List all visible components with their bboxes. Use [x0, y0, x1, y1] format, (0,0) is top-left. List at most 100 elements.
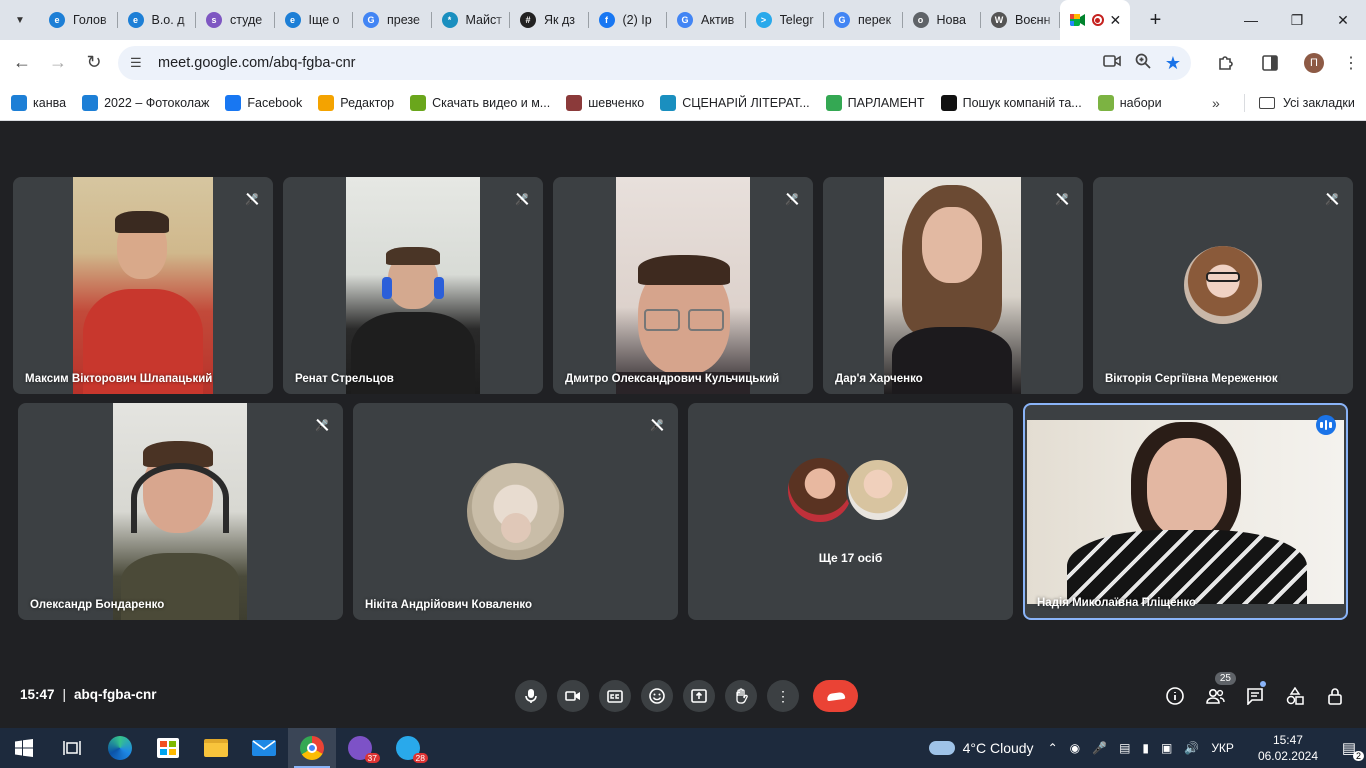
bookmark-item[interactable]: Скачать видео и м...	[410, 94, 550, 111]
browser-tab[interactable]: e Голов	[39, 0, 118, 40]
browser-tab[interactable]: o Нова	[903, 0, 982, 40]
clock[interactable]: 15:47 06.02.2024	[1258, 732, 1318, 764]
new-tab-button[interactable]: +	[1142, 6, 1170, 34]
file-explorer-icon[interactable]	[192, 728, 240, 768]
raise-hand-button[interactable]	[725, 680, 757, 712]
meeting-info-button[interactable]	[1162, 680, 1188, 712]
browser-tab[interactable]: W Воєнн	[981, 0, 1060, 40]
tab-title: Воєнн	[1015, 13, 1051, 27]
participant-tile[interactable]: 🎤 Дар'я Харченко	[823, 177, 1083, 394]
show-hidden-icons-chevron-icon[interactable]: ⌃	[1048, 741, 1058, 755]
camera-in-use-icon[interactable]	[1103, 54, 1121, 72]
tab-search-chevron-icon[interactable]: ▼	[9, 9, 31, 31]
monitor-tray-icon[interactable]: ▤	[1119, 741, 1130, 755]
people-button[interactable]: 25	[1202, 672, 1236, 712]
activities-button[interactable]	[1282, 680, 1308, 712]
tab-google-meet-active[interactable]: ✕	[1059, 0, 1130, 40]
participant-tile[interactable]: 🎤 Вікторія Сергіївна Мереженюк	[1093, 177, 1353, 394]
browser-tab[interactable]: G Актив	[667, 0, 746, 40]
browser-tab[interactable]: s студе	[196, 0, 275, 40]
bookmark-label: набори	[1119, 95, 1162, 110]
browser-tab[interactable]: e Іще о	[275, 0, 354, 40]
close-tab-icon[interactable]: ✕	[1110, 12, 1122, 29]
bookmark-favicon-icon	[225, 94, 242, 111]
microphone-tray-icon[interactable]: 🎤	[1092, 741, 1107, 755]
address-url[interactable]: meet.google.com/abq-fgba-cnr	[158, 55, 355, 71]
forward-button[interactable]: →	[40, 45, 76, 81]
all-bookmarks-button[interactable]: Усі закладки	[1259, 96, 1355, 110]
edge-icon[interactable]	[96, 728, 144, 768]
more-bookmarks-chevron-icon[interactable]: »	[1212, 95, 1220, 111]
participant-name: Максим Вікторович Шлапацький	[25, 373, 213, 385]
volume-icon[interactable]: 🔊	[1184, 741, 1199, 755]
mail-icon[interactable]	[240, 728, 288, 768]
start-button[interactable]	[0, 728, 48, 768]
bookmark-star-icon[interactable]: ★	[1165, 53, 1181, 74]
muted-mic-icon: 🎤	[314, 417, 330, 433]
telegram-icon[interactable]: 28	[384, 728, 432, 768]
restore-button[interactable]: ❐	[1274, 0, 1320, 40]
extensions-icon[interactable]	[1204, 54, 1248, 72]
participant-tile[interactable]: 🎤 Дмитро Олександрович Кульчицький	[553, 177, 813, 394]
clock-date: 06.02.2024	[1257, 749, 1318, 763]
side-panel-icon[interactable]	[1248, 54, 1292, 71]
bookmark-item[interactable]: канва	[11, 94, 66, 111]
notifications-button[interactable]: ▤ 2	[1332, 739, 1366, 761]
browser-tab[interactable]: Gпрезе	[353, 0, 432, 40]
bookmark-item[interactable]: ПАРЛАМЕНТ	[825, 94, 925, 111]
participant-tile[interactable]: 🎤 Олександр Бондаренко	[18, 403, 343, 620]
viber-icon[interactable]: 37	[336, 728, 384, 768]
browser-tab[interactable]: f (2) Ір	[589, 0, 668, 40]
microphone-button[interactable]	[515, 680, 547, 712]
back-button[interactable]: ←	[4, 45, 40, 81]
close-window-button[interactable]: ✕	[1320, 0, 1366, 40]
camera-tray-icon[interactable]: ◉	[1070, 741, 1080, 755]
host-controls-button[interactable]	[1322, 680, 1348, 712]
bookmark-item[interactable]: набори	[1097, 94, 1162, 111]
more-options-button[interactable]: ⋮	[767, 680, 799, 712]
browser-tab[interactable]: Gперек	[824, 0, 903, 40]
emoji-reaction-button[interactable]	[641, 680, 673, 712]
camera-button[interactable]	[557, 680, 589, 712]
minimize-button[interactable]: —	[1228, 0, 1274, 40]
browser-tab[interactable]: e В.о. д	[118, 0, 197, 40]
weather-widget[interactable]: 4°C Cloudy	[928, 740, 1034, 756]
browser-tab[interactable]: * Майст	[432, 0, 511, 40]
reload-button[interactable]: ↻	[76, 45, 112, 81]
participant-tile[interactable]: 🎤 Нікіта Андрійович Коваленко	[353, 403, 678, 620]
bookmark-item[interactable]: 2022 – Фотоколаж	[82, 94, 209, 111]
tab-title: Іще о	[308, 13, 340, 27]
participant-tile[interactable]: 🎤 Ренат Стрельцов	[283, 177, 543, 394]
bookmark-item[interactable]: Пошук компаній та...	[940, 94, 1082, 111]
bookmark-item[interactable]: Facebook	[225, 94, 302, 111]
zoom-icon[interactable]	[1135, 53, 1151, 73]
bookmark-favicon-icon	[660, 94, 677, 111]
menu-kebab-icon[interactable]: ⋮	[1336, 53, 1366, 73]
bookmark-favicon-icon	[318, 94, 335, 111]
active-speaker-tile[interactable]: Надія Миколаївна Пліщенко	[1023, 403, 1348, 620]
bookmark-label: СЦЕНАРІЙ ЛІТЕРАТ...	[682, 95, 810, 110]
network-icon[interactable]: ▣	[1161, 741, 1172, 755]
bookmark-item[interactable]: Редактор	[318, 94, 394, 111]
more-participants-tile[interactable]: Ще 17 осіб	[688, 403, 1013, 620]
bookmark-item[interactable]: шевченко	[566, 94, 644, 111]
participant-tile[interactable]: 🎤 Максим Вікторович Шлапацький	[13, 177, 273, 394]
address-bar[interactable]: ☰ meet.google.com/abq-fgba-cnr ★	[118, 46, 1191, 80]
browser-tab[interactable]: > Telegr	[746, 0, 825, 40]
toolbar-right: П ⋮	[1204, 40, 1366, 85]
leave-call-button[interactable]	[813, 680, 858, 712]
language-indicator[interactable]: УКР	[1211, 741, 1234, 755]
present-screen-button[interactable]	[683, 680, 715, 712]
tab-title: Як дз	[544, 13, 575, 27]
bookmark-item[interactable]: СЦЕНАРІЙ ЛІТЕРАТ...	[660, 94, 810, 111]
site-settings-icon[interactable]: ☰	[130, 55, 146, 71]
captions-button[interactable]	[599, 680, 631, 712]
chrome-taskbar-icon[interactable]	[288, 728, 336, 768]
browser-tab[interactable]: # Як дз	[510, 0, 589, 40]
task-view-button[interactable]	[48, 728, 96, 768]
more-participants-label: Ще 17 осіб	[818, 551, 883, 565]
battery-icon[interactable]: ▮	[1142, 741, 1149, 755]
profile-avatar[interactable]: П	[1304, 52, 1324, 73]
store-icon[interactable]	[144, 728, 192, 768]
chat-button[interactable]	[1242, 680, 1268, 712]
